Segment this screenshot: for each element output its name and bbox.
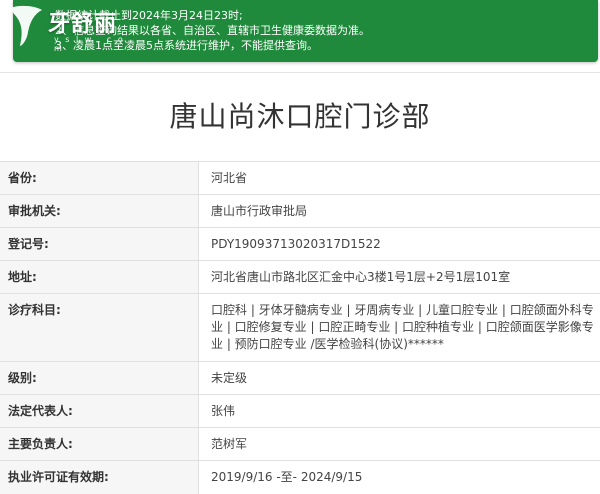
- field-value: 未定级: [211, 371, 248, 385]
- field-label-cell: 法定代表人:: [0, 395, 199, 428]
- field-label: 审批机关:: [8, 204, 61, 218]
- field-value: 口腔科 | 牙体牙髓病专业 | 牙周病专业 | 儿童口腔专业 | 口腔颌面外科专…: [211, 303, 594, 351]
- field-row-approval-authority: 审批机关: 唐山市行政审批局: [0, 194, 600, 228]
- field-label-cell: 登记号:: [0, 228, 199, 261]
- watermark-text: 牙舒丽: [48, 11, 118, 37]
- field-label: 主要负责人:: [8, 437, 73, 451]
- clinic-name-title: 唐山尚沐口腔门诊部: [169, 100, 431, 133]
- watermark-logo: 牙舒丽 y s l w . c o m: [6, 2, 132, 53]
- field-row-legal-representative: 法定代表人: 张伟: [0, 394, 600, 428]
- field-label: 登记号:: [8, 237, 49, 251]
- field-value: 张伟: [211, 404, 236, 418]
- watermark-subtext: y s l w . c o m: [54, 35, 125, 53]
- field-label-cell: 执业许可证有效期:: [0, 461, 199, 494]
- field-row-province: 省份: 河北省: [0, 161, 600, 195]
- field-value: 河北省唐山市路北区汇金中心3楼1号1层+2号1层101室: [211, 270, 511, 284]
- field-row-registration-number: 登记号: PDY19093713020317D1522: [0, 227, 600, 261]
- field-label-cell: 审批机关:: [0, 195, 199, 228]
- field-label-cell: 级别:: [0, 362, 199, 395]
- field-row-treatment-subjects: 诊疗科目: 口腔科 | 牙体牙髓病专业 | 牙周病专业 | 儿童口腔专业 | 口…: [0, 293, 600, 362]
- field-label: 诊疗科目:: [8, 303, 61, 317]
- field-label-cell: 地址:: [0, 261, 199, 294]
- field-value: 河北省: [211, 171, 248, 185]
- field-value: 范树军: [211, 437, 248, 451]
- field-row-level: 级别: 未定级: [0, 361, 600, 395]
- field-label-cell: 诊疗科目:: [0, 294, 199, 362]
- field-value: 2019/9/16 -至- 2024/9/15: [211, 470, 363, 484]
- tooth-logo-icon: [10, 5, 42, 46]
- field-label: 省份:: [8, 171, 37, 185]
- field-row-address: 地址: 河北省唐山市路北区汇金中心3楼1号1层+2号1层101室: [0, 260, 600, 294]
- field-label-cell: 主要负责人:: [0, 428, 199, 461]
- field-row-principal: 主要负责人: 范树军: [0, 427, 600, 461]
- field-label: 执业许可证有效期:: [8, 470, 109, 484]
- field-label-cell: 省份:: [0, 162, 199, 195]
- field-label: 级别:: [8, 371, 37, 385]
- field-label: 地址:: [8, 270, 37, 284]
- field-value: PDY19093713020317D1522: [211, 237, 381, 251]
- field-value: 唐山市行政审批局: [211, 204, 308, 218]
- field-label: 法定代表人:: [8, 404, 73, 418]
- clinic-detail-card: 唐山尚沐口腔门诊部 省份: 河北省 审批机关: 唐山市行政审批局 登记号: PD…: [0, 72, 600, 494]
- field-row-license-validity: 执业许可证有效期: 2019/9/16 -至- 2024/9/15: [0, 460, 600, 494]
